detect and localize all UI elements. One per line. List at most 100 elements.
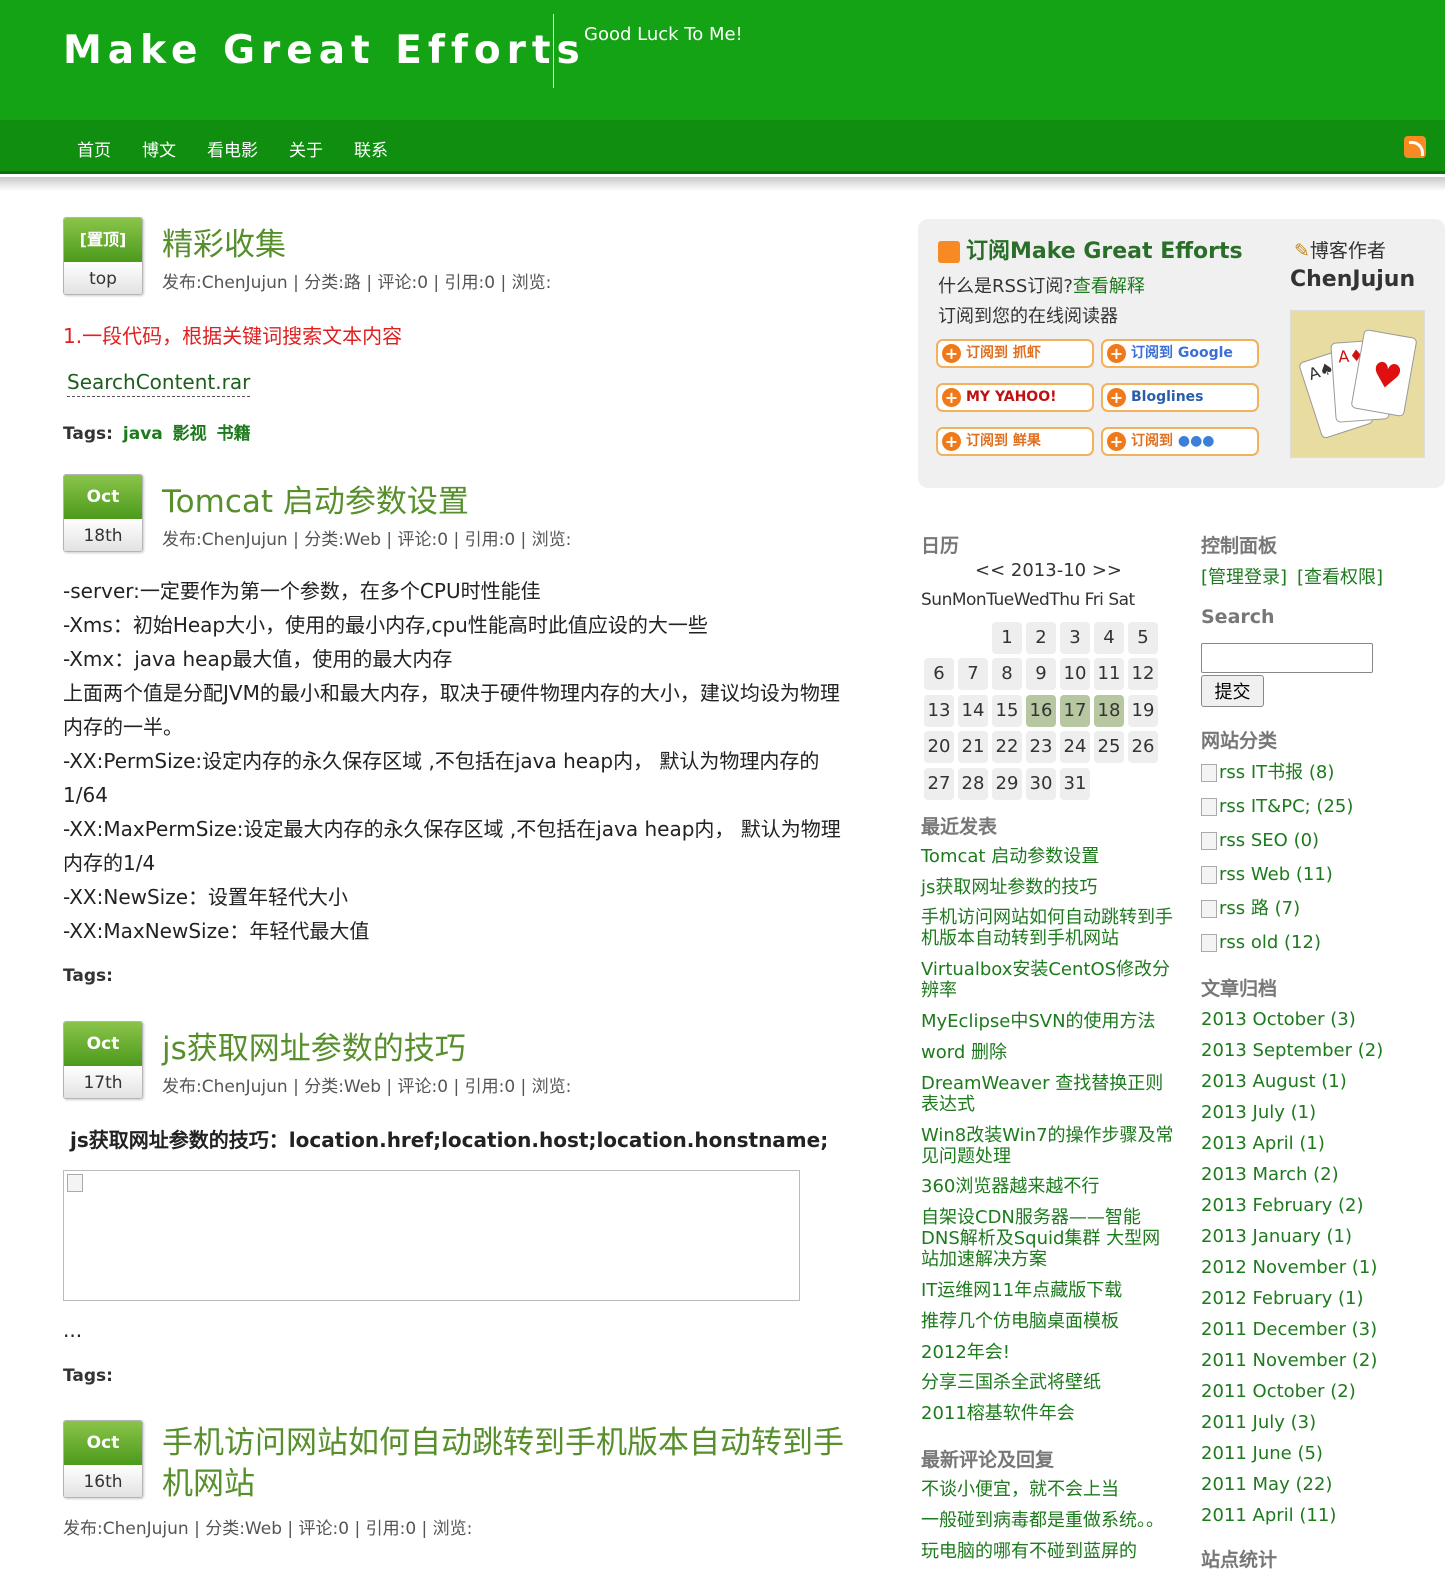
calendar-day[interactable]: 26 — [1128, 731, 1158, 763]
subscribe-yahoo-button[interactable]: MY YAHOO! — [936, 383, 1094, 412]
calendar-day[interactable]: 29 — [992, 768, 1022, 800]
archive-link[interactable]: 2013 April (1) — [1201, 1133, 1325, 1154]
view-permission-link[interactable]: [查看权限] — [1297, 567, 1383, 588]
archive-link[interactable]: 2011 May (22) — [1201, 1474, 1332, 1495]
archive-link[interactable]: 2011 December (3) — [1201, 1319, 1377, 1340]
calendar-day[interactable]: 30 — [1026, 768, 1056, 800]
recent-post-link[interactable]: 推荐几个仿电脑桌面模板 — [921, 1311, 1176, 1332]
calendar-day[interactable]: 11 — [1094, 658, 1124, 690]
nav-movies[interactable]: 看电影 — [207, 136, 258, 161]
subscribe-bloglines-button[interactable]: Bloglines — [1101, 383, 1259, 412]
calendar-day[interactable]: 23 — [1026, 731, 1056, 763]
category-item[interactable]: rss Web (11) — [1201, 864, 1333, 885]
archive-link[interactable]: 2013 September (2) — [1201, 1040, 1383, 1061]
recent-comment-link[interactable]: 一般碰到病毒都是重做系统。。 — [921, 1510, 1176, 1531]
rss-explain-link[interactable]: 查看解释 — [1073, 276, 1145, 297]
nav-contact[interactable]: 联系 — [354, 136, 388, 161]
calendar-day[interactable]: 24 — [1060, 731, 1090, 763]
post-title[interactable]: js获取网址参数的技巧 — [162, 1023, 466, 1068]
archive-link[interactable]: 2013 August (1) — [1201, 1071, 1347, 1092]
calendar-day[interactable]: 2 — [1026, 622, 1056, 654]
calendar-day[interactable]: 20 — [924, 731, 954, 763]
calendar-day[interactable]: 25 — [1094, 731, 1124, 763]
nav-home[interactable]: 首页 — [77, 136, 111, 161]
archive-link[interactable]: 2011 June (5) — [1201, 1443, 1323, 1464]
recent-post-link[interactable]: Win8改装Win7的操作步骤及常见问题处理 — [921, 1125, 1176, 1167]
search-input[interactable] — [1201, 643, 1373, 673]
post-title[interactable]: 精彩收集 — [162, 219, 286, 264]
archive-link[interactable]: 2011 November (2) — [1201, 1350, 1377, 1371]
calendar-day[interactable]: 1 — [992, 622, 1022, 654]
tag-link[interactable]: 影视 — [173, 424, 207, 444]
archive-link[interactable]: 2011 July (3) — [1201, 1412, 1316, 1433]
calendar-nav[interactable]: << 2013-10 >> — [975, 560, 1122, 581]
calendar-day[interactable]: 8 — [992, 658, 1022, 690]
archive-link[interactable]: 2013 February (2) — [1201, 1195, 1364, 1216]
recent-comment-link[interactable]: 玩电脑的哪有不碰到蓝屏的 — [921, 1541, 1176, 1562]
recent-post-link[interactable]: word 删除 — [921, 1042, 1176, 1063]
subscribe-google-button[interactable]: 订阅到 Google — [1101, 339, 1259, 368]
rss-feed-icon[interactable] — [1404, 136, 1426, 158]
search-submit-button[interactable]: 提交 — [1201, 675, 1264, 707]
subscribe-zhuaxia-button[interactable]: 订阅到 抓虾 — [936, 339, 1094, 368]
recent-post-link[interactable]: Tomcat 启动参数设置 — [921, 846, 1176, 867]
site-title[interactable]: Make Great Efforts — [63, 28, 586, 73]
archive-link[interactable]: 2013 March (2) — [1201, 1164, 1339, 1185]
tag-link[interactable]: 书籍 — [217, 424, 251, 444]
calendar-day[interactable]: 28 — [958, 768, 988, 800]
admin-login-link[interactable]: [管理登录] — [1201, 567, 1287, 588]
nav-about[interactable]: 关于 — [289, 136, 323, 161]
recent-post-link[interactable]: 360浏览器越来越不行 — [921, 1176, 1176, 1197]
subscribe-xianguo-button[interactable]: 订阅到 鲜果 — [936, 427, 1094, 456]
calendar-day[interactable]: 31 — [1060, 768, 1090, 800]
recent-post-link[interactable]: js获取网址参数的技巧 — [921, 877, 1176, 898]
category-item[interactable]: rss IT书报 (8) — [1201, 762, 1334, 783]
tag-link[interactable]: java — [123, 424, 163, 444]
post-title[interactable]: 手机访问网站如何自动跳转到手机版本自动转到手 机网站 — [162, 1423, 872, 1505]
category-item[interactable]: rss SEO (0) — [1201, 830, 1319, 851]
recent-comment-link[interactable]: 不谈小便宜，就不会上当 — [921, 1479, 1176, 1500]
recent-post-link[interactable]: 2011榕基软件年会 — [921, 1403, 1176, 1424]
nav-blog[interactable]: 博文 — [142, 136, 176, 161]
calendar-day[interactable]: 27 — [924, 768, 954, 800]
calendar-day[interactable]: 10 — [1060, 658, 1090, 690]
calendar-day[interactable]: 9 — [1026, 658, 1056, 690]
calendar-day[interactable]: 3 — [1060, 622, 1090, 654]
calendar-day[interactable]: 21 — [958, 731, 988, 763]
recent-post-link[interactable]: Virtualbox安装CentOS修改分辨率 — [921, 959, 1176, 1001]
post-title[interactable]: Tomcat 启动参数设置 — [162, 476, 469, 521]
archive-link[interactable]: 2012 November (1) — [1201, 1257, 1377, 1278]
calendar-day[interactable]: 7 — [958, 658, 988, 690]
calendar-day[interactable]: 5 — [1128, 622, 1158, 654]
calendar-day[interactable]: 18 — [1094, 695, 1124, 727]
weekday: Mon — [951, 590, 987, 610]
archive-link[interactable]: 2013 October (3) — [1201, 1009, 1356, 1030]
calendar-day[interactable]: 19 — [1128, 695, 1158, 727]
calendar-day[interactable]: 22 — [992, 731, 1022, 763]
calendar-day[interactable]: 12 — [1128, 658, 1158, 690]
category-item[interactable]: rss 路 (7) — [1201, 898, 1300, 919]
recent-post-link[interactable]: DreamWeaver 查找替换正则表达式 — [921, 1073, 1176, 1115]
archive-link[interactable]: 2012 February (1) — [1201, 1288, 1364, 1309]
archive-link[interactable]: 2011 October (2) — [1201, 1381, 1356, 1402]
calendar-day[interactable]: 17 — [1060, 695, 1090, 727]
archive-link[interactable]: 2013 July (1) — [1201, 1102, 1316, 1123]
calendar-day[interactable]: 6 — [924, 658, 954, 690]
recent-post-link[interactable]: 2012年会! — [921, 1342, 1176, 1363]
category-item[interactable]: rss old (12) — [1201, 932, 1321, 953]
recent-post-link[interactable]: 自架设CDN服务器——智能DNS解析及Squid集群 大型网站加速解决方案 — [921, 1207, 1176, 1270]
archive-link[interactable]: 2011 April (11) — [1201, 1505, 1336, 1526]
attachment-link[interactable]: SearchContent.rar — [67, 370, 251, 397]
recent-post-link[interactable]: MyEclipse中SVN的使用方法 — [921, 1011, 1176, 1032]
calendar-day[interactable]: 14 — [958, 695, 988, 727]
calendar-day[interactable]: 13 — [924, 695, 954, 727]
calendar-day[interactable]: 16 — [1026, 695, 1056, 727]
calendar-day[interactable]: 15 — [992, 695, 1022, 727]
category-item[interactable]: rss IT&PC; (25) — [1201, 796, 1353, 817]
archive-link[interactable]: 2013 January (1) — [1201, 1226, 1352, 1247]
recent-post-link[interactable]: 手机访问网站如何自动跳转到手机版本自动转到手机网站 — [921, 907, 1176, 949]
recent-post-link[interactable]: IT运维网11年点藏版下载 — [921, 1280, 1176, 1301]
calendar-day[interactable]: 4 — [1094, 622, 1124, 654]
recent-post-link[interactable]: 分享三国杀全武将壁纸 — [921, 1372, 1176, 1393]
subscribe-qq-button[interactable]: 订阅到 ●●● — [1101, 427, 1259, 456]
